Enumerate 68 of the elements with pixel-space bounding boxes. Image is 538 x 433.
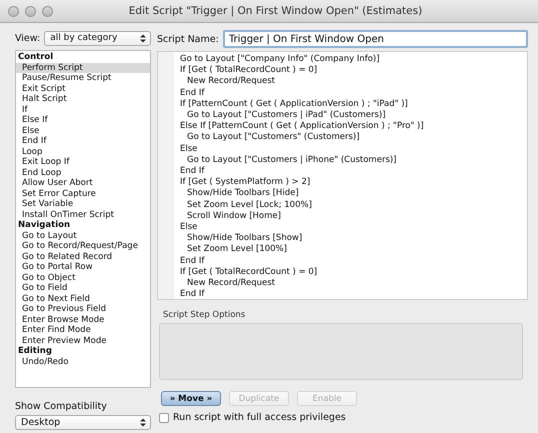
script-step[interactable]: Else xyxy=(180,222,424,234)
script-step[interactable]: End If xyxy=(180,88,424,99)
checkbox-label: Run script with full access privileges xyxy=(173,412,346,423)
script-step[interactable]: If [Get ( SystemPlatform ) > 2] xyxy=(180,177,424,188)
compatibility-dropdown[interactable]: Desktop xyxy=(15,415,151,430)
step-list-item[interactable]: Go to Object xyxy=(16,272,150,283)
checkbox[interactable] xyxy=(159,412,169,422)
category-heading: Control xyxy=(17,52,54,62)
script-name-field[interactable]: Trigger | On First Window Open xyxy=(222,30,528,48)
step-list-item[interactable]: Go to Related Record xyxy=(16,252,150,262)
script-step[interactable]: Go to Layout ["Company Info" (Company Info)] xyxy=(180,54,424,66)
step-list-item[interactable]: Exit Script xyxy=(16,84,150,94)
script-step[interactable]: Set Zoom Level [100%] xyxy=(180,244,424,256)
script-step[interactable]: Scroll Window [Home] xyxy=(180,210,424,222)
step-list-item[interactable]: Halt Script xyxy=(16,94,150,104)
step-list-item[interactable]: Else If xyxy=(16,115,150,126)
category-heading: Navigation xyxy=(17,220,71,230)
updown-arrows-icon xyxy=(140,34,146,42)
zoom-button[interactable] xyxy=(42,6,53,16)
step-list-item[interactable]: Enter Browse Mode xyxy=(16,314,150,325)
step-list-item[interactable]: Loop xyxy=(16,146,150,157)
step-list-item[interactable]: Set Variable xyxy=(16,199,150,210)
script-step[interactable]: Show/Hide Toolbars [Show] xyxy=(180,233,424,244)
script-step[interactable]: Go to Layout ["Customers" (Customers)] xyxy=(180,132,424,144)
script-step[interactable]: End If xyxy=(180,289,424,300)
view-dropdown[interactable]: all by category xyxy=(44,30,151,46)
step-list-item[interactable]: Go to Portal Row xyxy=(16,262,150,272)
step-list-item[interactable]: End If xyxy=(16,136,150,146)
script-step[interactable]: Else xyxy=(180,144,424,155)
step-list-item[interactable]: Go to Field xyxy=(16,283,150,294)
step-list-item[interactable]: Set Error Capture xyxy=(16,188,150,199)
step-list-item[interactable]: Enter Preview Mode xyxy=(16,336,150,346)
category-heading: Editing xyxy=(17,346,53,356)
step-list-item[interactable]: Install OnTimer Script xyxy=(16,210,150,220)
script-step[interactable]: End If xyxy=(180,256,424,267)
minimize-button[interactable] xyxy=(25,6,36,16)
script-name-label: Script Name: xyxy=(157,34,219,44)
step-list-item[interactable]: End Loop xyxy=(16,168,150,178)
step-list-item[interactable]: Go to Record/Request/Page xyxy=(16,241,150,252)
step-list-item[interactable]: Go to Next Field xyxy=(16,294,150,304)
step-list-item[interactable]: Undo/Redo xyxy=(16,356,150,367)
step-list-item[interactable]: Else xyxy=(16,126,150,136)
view-label: View: xyxy=(15,32,40,44)
options-label: Script Step Options xyxy=(163,310,246,320)
step-list-item[interactable]: Enter Find Mode xyxy=(16,325,150,336)
script-step[interactable]: New Record/Request xyxy=(180,278,424,290)
script-step[interactable]: If [PatternCount ( Get ( ApplicationVersion ) ; "iPad" )] xyxy=(180,98,424,110)
script-step[interactable]: Set Zoom Level [Lock; 100%] xyxy=(180,200,424,211)
action-button[interactable]: » Move » xyxy=(161,391,221,406)
script-step[interactable]: If [Get ( TotalRecordCount ) = 0] xyxy=(180,266,424,278)
script-step[interactable]: Show/Hide Toolbars [Hide] xyxy=(180,188,424,200)
step-list-item[interactable]: If xyxy=(16,104,150,115)
step-list-item[interactable]: Allow User Abort xyxy=(16,178,150,188)
step-list-item[interactable]: Go to Layout xyxy=(16,230,150,241)
compatibility-label: Show Compatibility xyxy=(15,401,108,412)
script-step[interactable]: Go to Layout ["Customers | iPad" (Customers)] xyxy=(180,110,424,122)
script-step[interactable]: End If xyxy=(180,166,424,178)
updown-arrows-icon xyxy=(140,418,146,427)
close-button[interactable] xyxy=(8,6,19,16)
step-list-item[interactable]: Exit Loop If xyxy=(16,157,150,168)
step-list-item[interactable]: Pause/Resume Script xyxy=(16,73,150,84)
script-step[interactable]: New Record/Request xyxy=(180,76,424,88)
script-step[interactable]: If [Get ( TotalRecordCount ) = 0] xyxy=(180,65,424,76)
script-step[interactable]: Go to Layout ["Customers | iPhone" (Customers)] xyxy=(180,154,424,166)
script-step[interactable]: Else If [PatternCount ( Get ( ApplicationVersion ) ; "Pro" )] xyxy=(180,121,424,132)
window-title: Edit Script "Trigger | On First Window Open" (Estimates) xyxy=(128,5,424,17)
step-list-item[interactable]: Go to Previous Field xyxy=(16,304,150,314)
step-list-item[interactable]: Perform Script xyxy=(16,62,150,73)
